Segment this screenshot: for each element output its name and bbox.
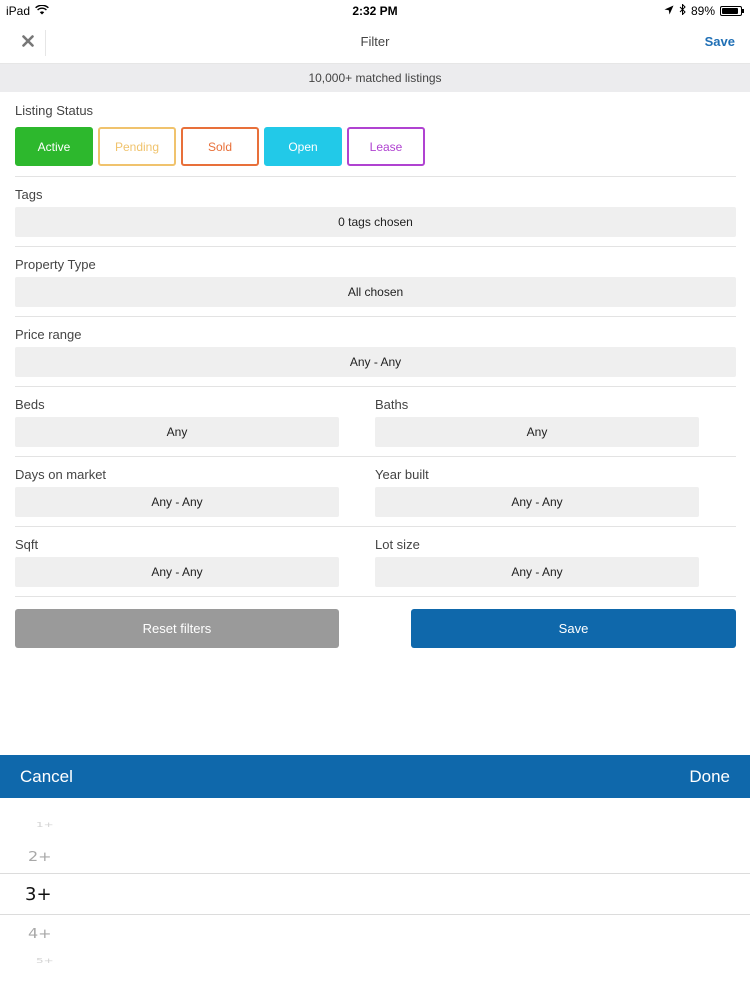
picker-selection-bottom-line [0, 914, 750, 915]
filter-actions: Reset filters Save [15, 609, 736, 648]
sqft-field[interactable]: Any - Any [15, 557, 339, 587]
lot-size-group: Lot size Any - Any [375, 527, 699, 597]
days-year-section: Days on market Any - Any Year built Any … [15, 457, 736, 527]
lot-size-label: Lot size [375, 537, 420, 552]
picker-cancel-button[interactable]: Cancel [20, 767, 73, 787]
listing-status-label: Listing Status [15, 103, 94, 118]
listing-status-section: Listing Status Active Pending Sold Open … [15, 92, 736, 177]
nav-save-button[interactable]: Save [705, 34, 735, 49]
lot-size-field[interactable]: Any - Any [375, 557, 699, 587]
filter-form: Listing Status Active Pending Sold Open … [15, 92, 736, 597]
sqft-lot-section: Sqft Any - Any Lot size Any - Any [15, 527, 736, 597]
beds-label: Beds [15, 397, 45, 412]
page-title: Filter [360, 34, 390, 49]
picker-done-button[interactable]: Done [689, 767, 730, 787]
baths-field[interactable]: Any [375, 417, 699, 447]
property-type-section: Property Type All chosen [15, 247, 736, 317]
nav-bar: Filter Save [0, 22, 750, 64]
baths-group: Baths Any [375, 387, 699, 457]
picker-selection-top-line [0, 873, 750, 874]
status-sold-button[interactable]: Sold [181, 127, 259, 166]
reset-filters-button[interactable]: Reset filters [15, 609, 339, 648]
picker-option[interactable]: 4+ [28, 925, 52, 941]
beds-picker-wheel[interactable]: 1+ 2+ 3+ 4+ 5+ [0, 798, 750, 1000]
days-on-market-group: Days on market Any - Any [15, 457, 339, 527]
battery-percent: 89% [690, 4, 715, 18]
year-built-field[interactable]: Any - Any [375, 487, 699, 517]
property-type-label: Property Type [15, 257, 96, 272]
matched-listings-count: 10,000+ matched listings [0, 64, 750, 92]
beds-baths-section: Beds Any Baths Any [15, 387, 736, 457]
status-lease-button[interactable]: Lease [347, 127, 425, 166]
tags-field[interactable]: 0 tags chosen [15, 207, 736, 237]
year-built-group: Year built Any - Any [375, 457, 699, 527]
price-range-label: Price range [15, 327, 82, 342]
picker-option[interactable]: 2+ [28, 848, 52, 864]
battery-fill [722, 8, 739, 14]
days-on-market-field[interactable]: Any - Any [15, 487, 339, 517]
status-right: 89% [664, 3, 744, 18]
status-bar: iPad 2:32 PM 89% [0, 0, 750, 22]
sqft-label: Sqft [15, 537, 39, 552]
price-range-field[interactable]: Any - Any [15, 347, 736, 377]
year-built-label: Year built [375, 467, 429, 482]
battery-icon [720, 6, 744, 16]
status-open-button[interactable]: Open [264, 127, 342, 166]
listing-status-options: Active Pending Sold Open Lease [15, 127, 425, 166]
days-on-market-label: Days on market [15, 467, 107, 482]
sqft-group: Sqft Any - Any [15, 527, 339, 597]
status-pending-button[interactable]: Pending [98, 127, 176, 166]
status-active-button[interactable]: Active [15, 127, 93, 166]
picker-option[interactable]: 5+ [36, 957, 54, 965]
tags-label: Tags [15, 187, 43, 202]
price-range-section: Price range Any - Any [15, 317, 736, 387]
beds-group: Beds Any [15, 387, 339, 457]
baths-label: Baths [375, 397, 409, 412]
tags-section: Tags 0 tags chosen [15, 177, 736, 247]
location-arrow-icon [664, 4, 674, 18]
status-time: 2:32 PM [352, 4, 398, 18]
picker-option[interactable]: 1+ [36, 821, 54, 829]
save-button[interactable]: Save [411, 609, 736, 648]
beds-field[interactable]: Any [15, 417, 339, 447]
bluetooth-icon [679, 3, 686, 18]
picker-toolbar: Cancel Done [0, 755, 750, 798]
property-type-field[interactable]: All chosen [15, 277, 736, 307]
picker-option-selected[interactable]: 3+ [25, 884, 52, 905]
